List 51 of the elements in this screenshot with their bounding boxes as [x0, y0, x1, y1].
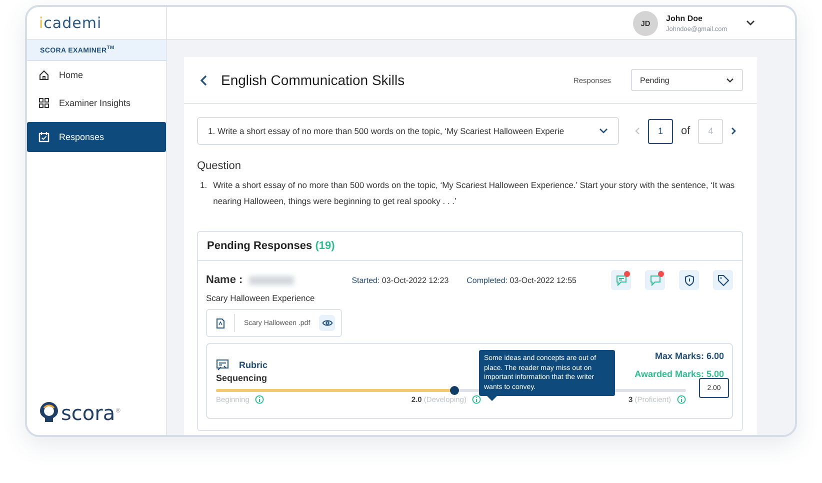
rubric-title: Rubric [239, 360, 268, 370]
pagination-text: of [681, 125, 690, 137]
grid-icon [38, 97, 50, 109]
page-title: English Communication Skills [221, 72, 406, 88]
eye-icon [322, 319, 333, 327]
brand-logo[interactable]: icademi [39, 14, 102, 32]
question-number: 1. [200, 179, 208, 192]
panel-title: Pending Responses (19) [207, 240, 335, 252]
sidebar-item[interactable]: Responses [27, 122, 166, 152]
calendar-check-icon [38, 131, 50, 143]
status-dropdown[interactable]: Pending [631, 69, 743, 91]
back-chevron-icon[interactable] [200, 74, 207, 86]
user-name: John Doe [666, 14, 704, 22]
action-button[interactable] [713, 270, 733, 290]
notification-dot [624, 271, 630, 277]
tooltip-arrow-icon [487, 396, 497, 401]
tag-icon [716, 274, 730, 286]
sidebar-item[interactable]: Home [27, 61, 166, 89]
essay-title: Scary Halloween Experience [206, 293, 316, 303]
chevron-down-icon [726, 78, 734, 82]
question-heading: Question [197, 160, 242, 172]
page-number-field[interactable]: 1 [648, 118, 673, 144]
criterion-label: Sequencing [216, 373, 268, 383]
rubric-icon [216, 359, 229, 371]
action-button[interactable] [611, 270, 631, 290]
scora-logo: scora$^{®}$ [61, 401, 122, 425]
shield-icon [682, 274, 696, 286]
chevron-down-icon [599, 128, 608, 134]
started-time: Started: 03-Oct-2022 12:23 [352, 276, 449, 284]
home-icon [38, 69, 50, 81]
question-dropdown[interactable]: 1. Write a short essay of no more than 500 words on the topic, ‘My Scariest Halloween Experie [197, 117, 619, 145]
notification-dot [658, 271, 664, 277]
awarded-marks: Awarded Marks: 5.00 [634, 369, 724, 379]
comment-icon [648, 274, 662, 286]
chevron-down-icon[interactable] [746, 20, 755, 26]
next-chevron-icon[interactable] [731, 127, 736, 135]
max-marks: Max Marks: 6.00 [654, 351, 724, 361]
sidebar-item[interactable]: Examiner Insights [27, 89, 166, 117]
blurred-name [248, 276, 294, 284]
total-pages: 4 [698, 118, 724, 144]
name-label: Name : [206, 274, 243, 286]
question-text: Write a short essay of no more than 500 words on the topic, ‘My Scariest Halloween Experience.’ Start your story with the sentence, ‘It was nearing Halloween, things were beginning to get real spooky . . .’ [213, 179, 736, 208]
slider-thumb[interactable] [450, 386, 459, 395]
view-button[interactable] [319, 315, 336, 331]
completed-time: Completed: 03-Oct-2022 12:55 [466, 276, 576, 284]
lightbulb-logo-icon [39, 401, 59, 423]
action-button[interactable] [679, 270, 699, 290]
pdf-file-icon [216, 318, 225, 328]
comment-text-icon [614, 274, 628, 286]
info-icon[interactable] [472, 395, 482, 404]
action-button[interactable] [645, 270, 665, 290]
